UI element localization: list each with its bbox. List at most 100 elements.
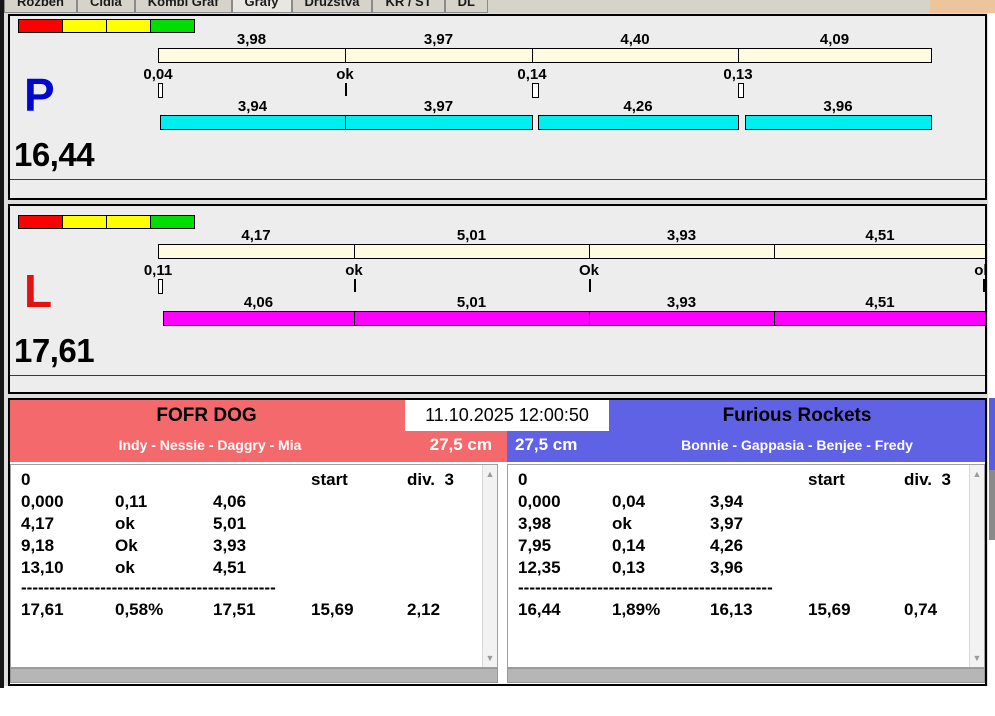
header-start: start [311, 470, 348, 489]
table-cell: 0,13 [612, 558, 646, 577]
loss-interval-marker [158, 279, 163, 294]
split-time-label: 3,97 [423, 31, 454, 48]
desktop-background-right-gray [989, 470, 995, 540]
summary-cell: 2,12 [407, 600, 441, 619]
horizontal-scrollbar[interactable] [10, 668, 498, 683]
summary-cell: 16,13 [710, 600, 753, 619]
table-separator: ----------------------------------------… [21, 578, 276, 597]
legend-cell-0 [19, 20, 63, 32]
split-bar-segment [158, 244, 355, 259]
table-row: 7,95 0,14 4,26 [508, 535, 984, 557]
team-name-left: FOFR DOG [156, 405, 257, 426]
tab-cidla[interactable]: Cidla [76, 0, 135, 13]
dog-time-label: 4,51 [865, 294, 895, 311]
table-cell: 0,04 [612, 492, 646, 511]
summary-cell: 15,69 [808, 600, 851, 619]
table-cell: 3,93 [213, 536, 247, 555]
lane-panel-left-L: L 4,17 5,01 3,93 4,51 0,11 ok Ok ok 4,06 5,01 3,93 4… [8, 204, 987, 394]
summary-cell: 0,58% [115, 600, 164, 619]
jump-height-right: 27,5 cm [515, 435, 578, 454]
desktop-background-right-blue [989, 398, 995, 470]
split-time-label: 4,09 [819, 31, 850, 48]
table-row: 4,17 ok 5,01 [11, 513, 497, 535]
table-row: 0,000 0,04 3,94 [508, 491, 984, 513]
table-cell: 4,51 [213, 558, 247, 577]
team-name-right: Furious Rockets [722, 405, 872, 426]
table-cell: 3,97 [710, 514, 744, 533]
table-cell: 3,96 [710, 558, 744, 577]
split-time-label: 4,51 [865, 227, 895, 244]
header-zero: 0 [21, 470, 31, 489]
header-start: start [808, 470, 845, 489]
tab-dl[interactable]: DL [444, 0, 489, 13]
split-time-label: 3,93 [666, 227, 697, 244]
table-row: 0 start div. 3 [11, 469, 497, 491]
table-cell: 4,17 [21, 514, 55, 533]
table-row: 0,000 0,11 4,06 [11, 491, 497, 513]
dog-bar-segment [345, 115, 533, 130]
changeover-ok-tick [345, 83, 347, 96]
table-cell: 4,26 [710, 536, 744, 555]
tab-kr-st[interactable]: KR / ST [372, 0, 445, 13]
dog-bar-segment [745, 115, 932, 130]
table-cell: ok [115, 514, 135, 533]
dog-bar-segment [538, 115, 739, 130]
changeover-loss-label: ok [345, 262, 363, 279]
tab-bar: Rozbeh Cidla Kombi Graf Grafy Druzstva KR / S… [4, 0, 930, 13]
changeover-ok-tick [589, 279, 591, 292]
desktop-background-top-right [930, 0, 995, 13]
table-cell: 13,10 [21, 558, 64, 577]
split-time-label: 4,40 [620, 31, 650, 48]
dog-time-label: 3,93 [666, 294, 697, 311]
table-row: 17,61 0,58% 17,51 15,69 2,12 [11, 599, 497, 621]
tab-kombi-graf[interactable]: Kombi Graf [134, 0, 232, 13]
split-bar-segment [354, 244, 590, 259]
changeover-loss-label: Ok [578, 262, 599, 279]
table-cell: 0,000 [21, 492, 64, 511]
legend-cell-1 [63, 216, 107, 228]
table-row: 16,44 1,89% 16,13 15,69 0,74 [508, 599, 984, 621]
lane-letter: P [24, 69, 55, 121]
lane-panel-right-P: P 3,98 3,97 4,40 4,09 0,04 ok 0,14 0,13 3,94 3,97 4… [8, 14, 987, 200]
table-cell: 12,35 [518, 558, 561, 577]
scroll-down-icon[interactable]: ▼ [970, 651, 984, 665]
tab-druzstva[interactable]: Druzstva [291, 0, 373, 13]
loss-interval-marker [738, 83, 744, 98]
changeover-loss-label: ok [336, 66, 354, 83]
dog-bar-segment [774, 311, 985, 326]
dog-time-label: 3,97 [423, 98, 454, 115]
loss-interval-marker [158, 83, 163, 98]
table-cell: 9,18 [21, 536, 55, 555]
summary-cell: 15,69 [311, 600, 354, 619]
table-cell: 7,95 [518, 536, 552, 555]
split-time-label: 5,01 [456, 227, 487, 244]
header-zero: 0 [518, 470, 528, 489]
dog-bar-segment [354, 311, 590, 326]
lane-letter: L [24, 265, 53, 317]
header-division: div. 3 [407, 470, 454, 489]
table-cell: 0,000 [518, 492, 561, 511]
horizontal-scrollbar[interactable] [507, 668, 985, 683]
split-table-right: ▲ ▼ 0 start div. 3 0,000 0,04 3,94 3,98 ok 3,97 7… [507, 464, 985, 668]
summary-cell: 0,74 [904, 600, 938, 619]
scroll-down-icon[interactable]: ▼ [483, 651, 497, 665]
table-row: 12,35 0,13 3,96 [508, 557, 984, 579]
table-cell: 5,01 [213, 514, 247, 533]
table-row: 0 start div. 3 [508, 469, 984, 491]
split-table-left: ▲ ▼ 0 start div. 3 0,000 0,11 4,06 4,17 ok 5,01 9… [10, 464, 498, 668]
split-bar-segment [532, 48, 739, 63]
changeover-loss-label: 0,13 [723, 66, 753, 83]
table-cell: ok [115, 558, 135, 577]
tab-grafy[interactable]: Grafy [231, 0, 292, 13]
table-row: ----------------------------------------… [11, 577, 497, 599]
tab-rozbeh[interactable]: Rozbeh [4, 0, 77, 13]
split-bar-segment [589, 244, 775, 259]
legend-cell-1 [63, 20, 107, 32]
dog-time-label: 3,96 [823, 98, 853, 115]
dog-time-label: 5,01 [456, 294, 487, 311]
table-cell: Ok [115, 536, 138, 555]
team-dog-lineup-right: Bonnie - Gappasia - Benjee - Fredy [681, 437, 913, 453]
dog-time-label: 3,94 [237, 98, 268, 115]
table-separator: ----------------------------------------… [518, 578, 773, 597]
summary-cell: 17,61 [21, 600, 64, 619]
